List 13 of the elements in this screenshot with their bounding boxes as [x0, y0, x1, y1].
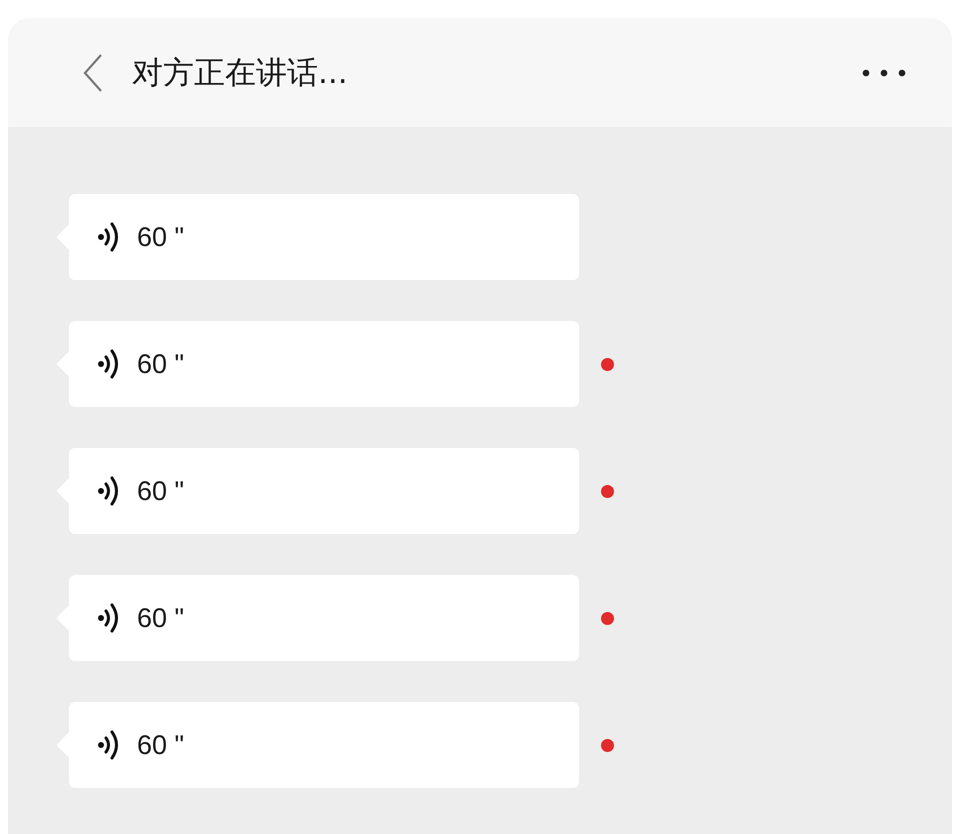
- back-icon: [83, 54, 103, 92]
- duration-label: 60 ": [137, 602, 184, 634]
- voice-icon: [97, 221, 121, 253]
- duration-label: 60 ": [137, 730, 184, 760]
- voice-icon: [97, 729, 121, 761]
- header-title: 对方正在讲话...: [132, 54, 349, 92]
- voice-icon: [97, 348, 121, 380]
- voice-icon: [97, 475, 121, 507]
- duration-label: 60 ": [137, 348, 184, 380]
- voice-icon: [97, 602, 121, 634]
- duration-label: 60 ": [137, 476, 184, 506]
- duration-label: 60 ": [137, 222, 184, 252]
- more-icon: [862, 68, 906, 76]
